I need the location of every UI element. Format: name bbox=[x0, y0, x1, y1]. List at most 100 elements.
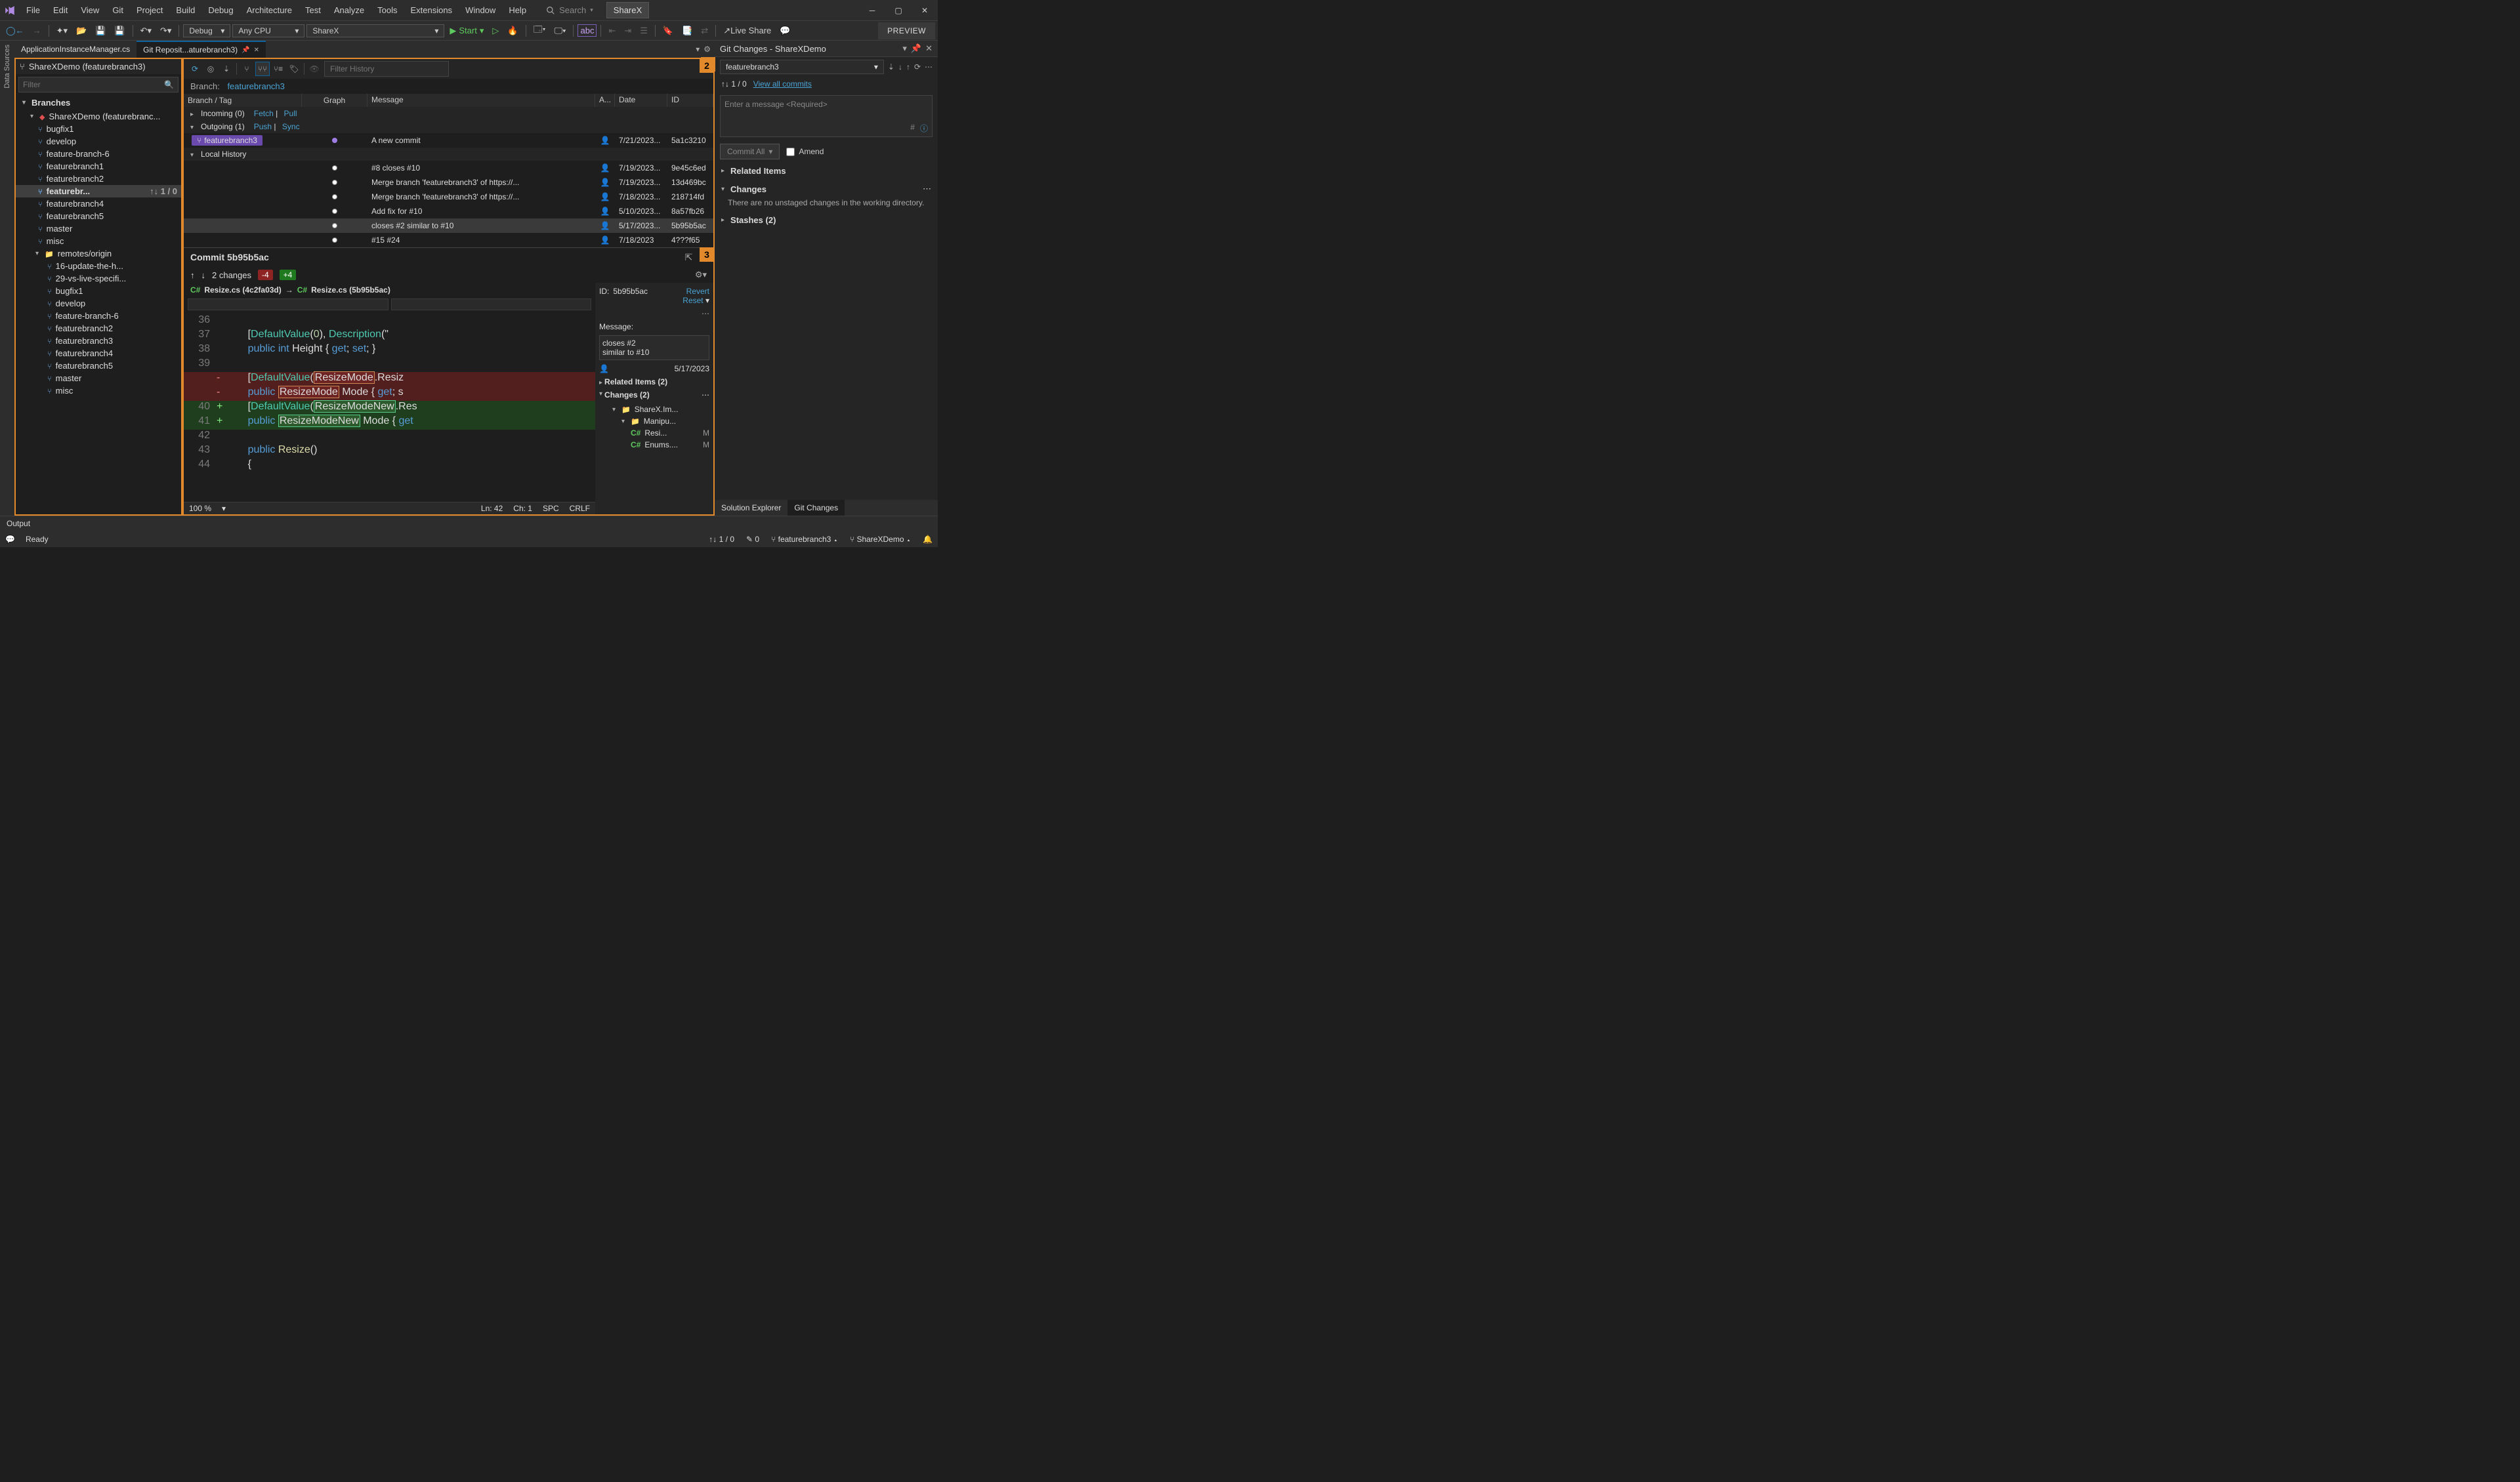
bookmark2-icon[interactable]: 📑 bbox=[679, 24, 696, 38]
bookmark-icon[interactable]: 🔖 bbox=[660, 24, 677, 38]
feedback-icon[interactable]: 💬 bbox=[776, 24, 793, 38]
folder-node[interactable]: Manipu... bbox=[599, 415, 709, 427]
eye-icon[interactable]: 👁 bbox=[307, 62, 322, 76]
pull-link[interactable]: Pull bbox=[284, 109, 297, 118]
remote-branch-bugfix1[interactable]: bugfix1 bbox=[16, 285, 181, 297]
close-tab-icon[interactable]: ✕ bbox=[254, 47, 259, 54]
indent-icon[interactable]: ⇤ bbox=[605, 24, 619, 38]
branches-node[interactable]: Branches bbox=[16, 95, 181, 110]
repo-root-node[interactable]: ShareXDemo (featurebranc... bbox=[16, 110, 181, 123]
tab-dropdown-icon[interactable]: ▾ bbox=[696, 45, 700, 54]
amend-checkbox[interactable]: Amend bbox=[786, 147, 824, 156]
comment-icon[interactable]: ☰ bbox=[637, 24, 651, 38]
tag-icon[interactable]: 🏷 bbox=[287, 62, 301, 76]
outgoing-section[interactable]: Outgoing (1) Push | Sync bbox=[184, 120, 713, 133]
commit-row[interactable]: ⑂ featurebranch3 A new commit 👤 7/21/202… bbox=[184, 133, 713, 148]
pull-icon[interactable]: ⇣ bbox=[219, 62, 234, 76]
commit-row[interactable]: Add fix for #10👤5/10/2023...8a57fb26 bbox=[184, 204, 713, 218]
info-icon[interactable]: ⓘ bbox=[920, 123, 928, 134]
bookmark3-icon[interactable]: ⇄ bbox=[698, 24, 711, 38]
reset-link[interactable]: Reset bbox=[682, 296, 703, 305]
related-items-section[interactable]: Related Items bbox=[715, 162, 938, 180]
menu-debug[interactable]: Debug bbox=[201, 1, 240, 19]
menu-project[interactable]: Project bbox=[130, 1, 169, 19]
search-icon[interactable]: 🔍 bbox=[160, 80, 178, 89]
new-project-icon[interactable]: ✦▾ bbox=[53, 24, 71, 38]
hot-reload-icon[interactable]: 🔥 bbox=[504, 24, 521, 38]
search-box[interactable]: Search ▾ bbox=[546, 5, 593, 15]
repo-status[interactable]: ⑂ ShareXDemo ▴ bbox=[850, 535, 911, 544]
remote-branch-featurebranch3[interactable]: featurebranch3 bbox=[16, 335, 181, 347]
sync-icon[interactable]: ⟳ bbox=[914, 62, 921, 72]
zoom-level[interactable]: 100 % bbox=[189, 504, 211, 513]
menu-build[interactable]: Build bbox=[169, 1, 201, 19]
platform-dropdown[interactable]: Any CPU▾ bbox=[232, 24, 304, 37]
changed-file[interactable]: C#Enums....M bbox=[599, 439, 709, 451]
sync-link[interactable]: Sync bbox=[282, 122, 300, 131]
solution-name[interactable]: ShareX bbox=[606, 2, 649, 18]
remote-branch-16updatetheh[interactable]: 16-update-the-h... bbox=[16, 260, 181, 272]
preview-button[interactable]: PREVIEW bbox=[878, 22, 935, 39]
maximize-button[interactable]: ▢ bbox=[885, 1, 912, 20]
pending-changes[interactable]: ✎ 0 bbox=[746, 535, 759, 544]
menu-window[interactable]: Window bbox=[459, 1, 502, 19]
outdent-icon[interactable]: ⇥ bbox=[621, 24, 635, 38]
fetch-link[interactable]: Fetch bbox=[254, 109, 274, 118]
start-button[interactable]: ▶ Start ▾ bbox=[446, 24, 487, 38]
menu-edit[interactable]: Edit bbox=[47, 1, 74, 19]
incoming-section[interactable]: Incoming (0) Fetch | Pull bbox=[184, 107, 713, 120]
expand-icon[interactable]: ⇱ bbox=[685, 252, 693, 262]
menu-test[interactable]: Test bbox=[299, 1, 327, 19]
more-icon[interactable]: ⋯ bbox=[599, 309, 709, 318]
local-branch-featurebranch1[interactable]: featurebranch1 bbox=[16, 160, 181, 173]
feedback-icon[interactable]: 💬 bbox=[5, 535, 15, 544]
menu-tools[interactable]: Tools bbox=[371, 1, 404, 19]
local-branch-master[interactable]: master bbox=[16, 222, 181, 235]
changes-section[interactable]: Changes⋯ bbox=[715, 180, 938, 198]
local-branch-featurebranch6[interactable]: feature-branch-6 bbox=[16, 148, 181, 160]
menu-analyze[interactable]: Analyze bbox=[327, 1, 371, 19]
push-icon[interactable]: ↑ bbox=[906, 62, 910, 72]
menu-git[interactable]: Git bbox=[106, 1, 130, 19]
remote-branch-featurebranch6[interactable]: feature-branch-6 bbox=[16, 310, 181, 322]
menu-help[interactable]: Help bbox=[502, 1, 533, 19]
commit-row[interactable]: #15 #24👤7/18/20234???f65 bbox=[184, 233, 713, 247]
remote-branch-featurebranch2[interactable]: featurebranch2 bbox=[16, 322, 181, 335]
repo-header[interactable]: ⑂ ShareXDemo (featurebranch3) bbox=[16, 59, 181, 74]
pin-icon[interactable]: 📌 bbox=[242, 47, 249, 54]
more-icon[interactable]: ⋯ bbox=[925, 62, 933, 72]
data-sources-tab[interactable]: Data Sources bbox=[3, 45, 11, 89]
remote-branch-misc[interactable]: misc bbox=[16, 384, 181, 397]
graph-mode3-icon[interactable]: ⑂≡ bbox=[271, 62, 285, 76]
changes-node[interactable]: Changes (2)⋯ bbox=[599, 390, 709, 400]
close-panel-icon[interactable]: ✕ bbox=[925, 43, 933, 54]
code-diff[interactable]: 36 37 [DefaultValue(0), Description(" 38… bbox=[184, 312, 595, 502]
dropdown-icon[interactable]: ▾ bbox=[902, 43, 907, 54]
menu-architecture[interactable]: Architecture bbox=[240, 1, 299, 19]
save-all-icon[interactable]: 💾 bbox=[111, 24, 128, 38]
remote-branch-master[interactable]: master bbox=[16, 372, 181, 384]
save-icon[interactable]: 💾 bbox=[92, 24, 109, 38]
branch-filter-input[interactable] bbox=[19, 77, 160, 92]
local-branch-featurebranch4[interactable]: featurebranch4 bbox=[16, 197, 181, 210]
changed-file[interactable]: C#Resi...M bbox=[599, 427, 709, 439]
remote-branch-29vslivespecifi[interactable]: 29-vs-live-specifi... bbox=[16, 272, 181, 285]
graph-mode2-icon[interactable]: ⑂⑂ bbox=[255, 62, 270, 76]
menu-extensions[interactable]: Extensions bbox=[404, 1, 459, 19]
remote-branch-featurebranch5[interactable]: featurebranch5 bbox=[16, 360, 181, 372]
live-share-button[interactable]: ↗ Live Share bbox=[720, 24, 774, 38]
tab-git-repository[interactable]: Git Reposit...aturebranch3) 📌 ✕ bbox=[136, 41, 266, 58]
gear-icon[interactable]: ⚙▾ bbox=[695, 270, 707, 280]
output-panel-tab[interactable]: Output bbox=[0, 516, 938, 531]
pin-icon[interactable]: 📌 bbox=[911, 43, 921, 54]
menu-file[interactable]: File bbox=[20, 1, 47, 19]
revert-link[interactable]: Revert bbox=[686, 287, 709, 296]
sync-status[interactable]: ↑↓ 1 / 0 bbox=[709, 535, 734, 544]
config-dropdown[interactable]: Debug▾ bbox=[183, 24, 230, 37]
solution-explorer-tab[interactable]: Solution Explorer bbox=[715, 500, 788, 516]
push-link[interactable]: Push bbox=[254, 122, 272, 131]
branch-filter[interactable]: 🔍 bbox=[18, 77, 178, 93]
side-rail[interactable]: Data Sources bbox=[0, 41, 14, 516]
undo-icon[interactable]: ↶▾ bbox=[137, 24, 155, 38]
tab-settings-icon[interactable]: ⚙ bbox=[704, 45, 711, 54]
